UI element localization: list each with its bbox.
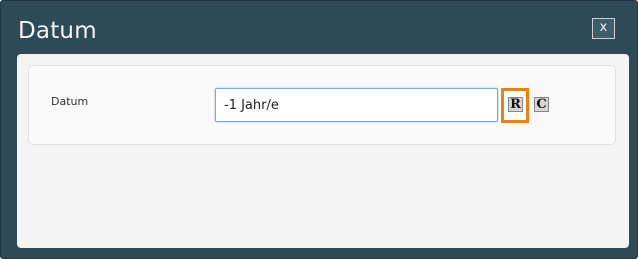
- close-button[interactable]: x: [592, 18, 615, 39]
- date-label: Datum: [51, 95, 89, 108]
- calendar-icon: C: [534, 97, 549, 112]
- form-panel: Datum R C: [28, 65, 616, 145]
- dialog-title: Datum: [18, 18, 97, 44]
- date-dialog: Datum x Datum R C: [0, 0, 638, 259]
- calendar-button[interactable]: C: [534, 97, 549, 112]
- dialog-body: Datum R C: [17, 54, 629, 248]
- relative-date-button[interactable]: R: [501, 88, 529, 123]
- relative-date-icon: R: [508, 97, 523, 112]
- date-input[interactable]: [215, 88, 498, 122]
